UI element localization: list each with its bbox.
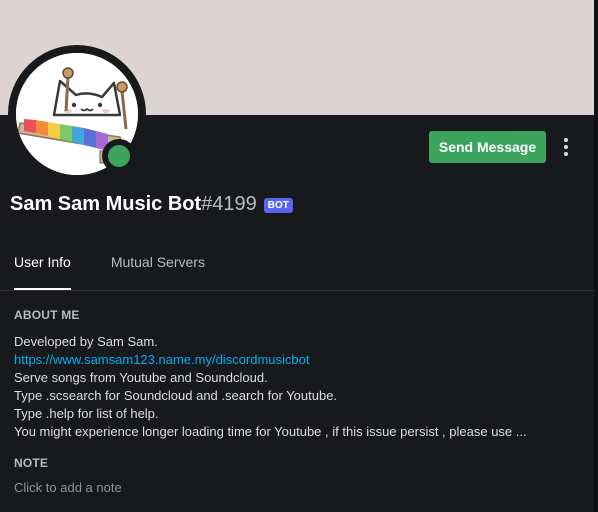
user-profile-popout: Send Message Sam Sam Music Bot #4199 BOT …	[0, 0, 598, 512]
tabs-divider	[0, 290, 594, 291]
window-edge	[594, 0, 598, 512]
status-indicator	[102, 139, 136, 173]
discriminator[interactable]: #4199	[201, 193, 257, 216]
about-link[interactable]: https://www.samsam123.name.my/discordmus…	[14, 352, 310, 367]
about-line: Serve songs from Youtube and Soundcloud.	[14, 370, 268, 385]
note-heading: Note	[14, 456, 49, 470]
bot-tag: BOT	[263, 197, 293, 213]
about-line: Type .scsearch for Soundcloud and .searc…	[14, 388, 338, 403]
about-line: Type .help for list of help.	[14, 406, 159, 421]
more-vertical-icon-dot	[564, 152, 568, 156]
note-input[interactable]: Click to add a note	[14, 480, 574, 498]
online-status-dot	[108, 145, 130, 167]
send-message-button[interactable]: Send Message	[429, 131, 546, 163]
tab-user-info[interactable]: User Info	[14, 253, 71, 290]
more-options-button[interactable]	[556, 135, 576, 159]
about-me-heading: About Me	[14, 308, 80, 322]
about-link-line: https://www.samsam123.name.my/discordmus…	[14, 351, 584, 369]
about-line: You might experience longer loading time…	[14, 424, 527, 439]
more-vertical-icon	[564, 138, 568, 142]
profile-tabs: User Info Mutual Servers	[14, 253, 245, 290]
username[interactable]: Sam Sam Music Bot	[10, 193, 201, 216]
about-me-content: Developed by Sam Sam. https://www.samsam…	[14, 333, 584, 441]
about-line: Developed by Sam Sam.	[14, 334, 158, 349]
tab-mutual-servers[interactable]: Mutual Servers	[111, 253, 205, 290]
more-vertical-icon-dot	[564, 145, 568, 149]
avatar-frame	[8, 45, 146, 183]
name-tag: Sam Sam Music Bot #4199 BOT	[10, 191, 293, 217]
